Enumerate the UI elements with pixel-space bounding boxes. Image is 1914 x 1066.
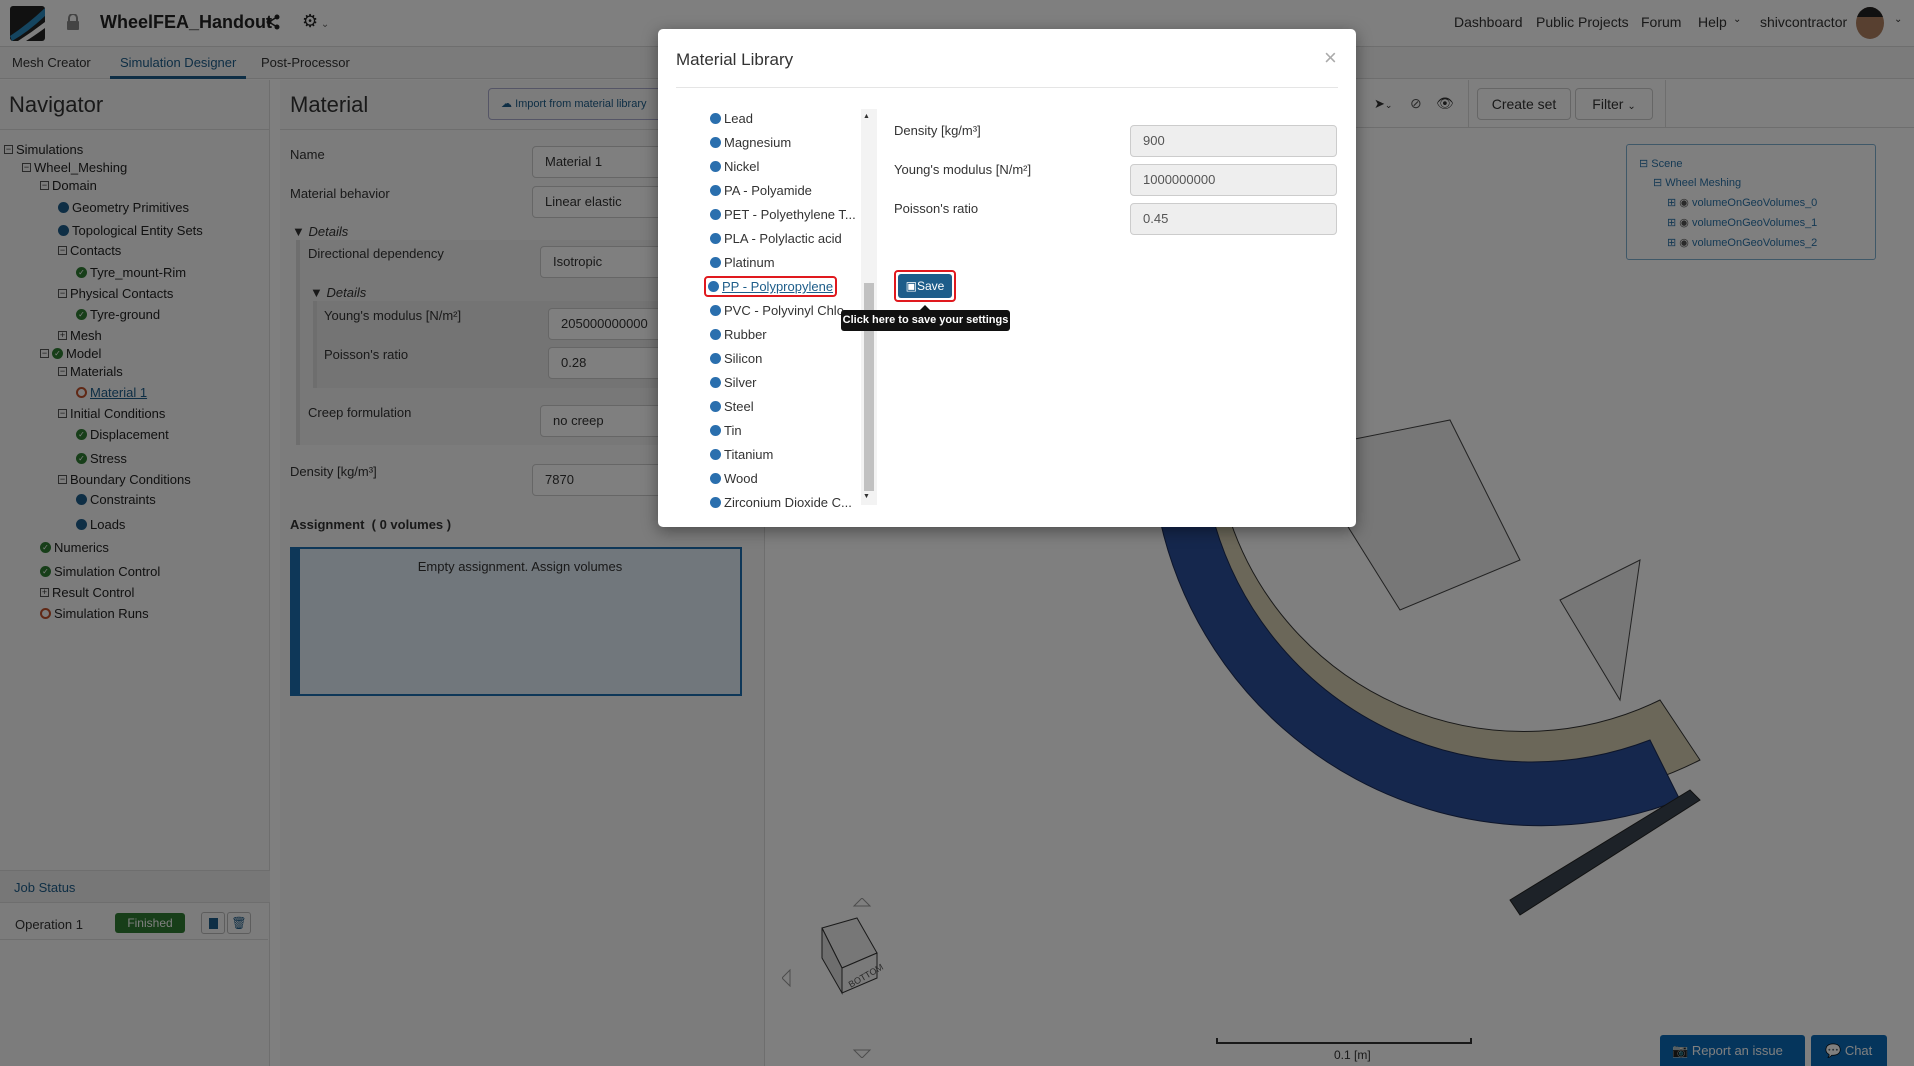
material-name: Silver <box>724 375 757 390</box>
material-list-item[interactable]: Tin <box>710 423 742 438</box>
material-dot-icon <box>710 113 721 124</box>
material-name: Zirconium Dioxide C... <box>724 495 852 510</box>
material-name: PLA - Polylactic acid <box>724 231 842 246</box>
material-dot-icon <box>710 425 721 436</box>
material-dot-icon <box>710 233 721 244</box>
material-dot-icon <box>710 401 721 412</box>
material-name: Steel <box>724 399 754 414</box>
material-dot-icon <box>710 473 721 484</box>
save-button[interactable]: ▣Save <box>894 270 956 302</box>
material-dot-icon <box>710 497 721 508</box>
material-library-modal: Material Library × Lead Magnesium Nickel PA… <box>658 29 1356 527</box>
material-list-item[interactable]: PVC - Polyvinyl Chlo... <box>710 303 855 318</box>
material-dot-icon <box>710 353 721 364</box>
material-list-item[interactable]: Rubber <box>710 327 767 342</box>
material-name: Wood <box>724 471 758 486</box>
floppy-disk-icon: ▣ <box>905 279 917 293</box>
scroll-up-icon[interactable]: ▲ <box>863 113 870 120</box>
material-dot-icon <box>710 305 721 316</box>
library-density-label: Density [kg/m³] <box>894 123 981 138</box>
material-list-item[interactable]: Magnesium <box>710 135 791 150</box>
material-list-item[interactable]: Silver <box>710 375 757 390</box>
material-dot-icon <box>710 257 721 268</box>
material-list-item[interactable]: Nickel <box>710 159 759 174</box>
material-list-item[interactable]: PET - Polyethylene T... <box>710 207 856 222</box>
modal-divider <box>676 87 1338 88</box>
material-dot-icon <box>710 377 721 388</box>
close-icon[interactable]: × <box>1324 45 1337 71</box>
material-name: PVC - Polyvinyl Chlo... <box>724 303 855 318</box>
material-dot-icon <box>710 137 721 148</box>
material-list-item[interactable]: Silicon <box>710 351 762 366</box>
material-name: PP - Polypropylene <box>722 279 834 294</box>
material-name: Silicon <box>724 351 763 366</box>
library-density-input[interactable]: 900 <box>1130 125 1337 157</box>
material-name: Tin <box>724 423 742 438</box>
library-youngs-input[interactable]: 1000000000 <box>1130 164 1337 196</box>
material-name: PET - Polyethylene T... <box>724 207 856 222</box>
material-dot-icon <box>710 329 721 340</box>
material-list-item[interactable]: Titanium <box>710 447 773 462</box>
material-name: Nickel <box>724 159 760 174</box>
scroll-down-icon[interactable]: ▼ <box>863 493 870 500</box>
material-list-item[interactable]: PA - Polyamide <box>710 183 812 198</box>
material-name: PA - Polyamide <box>724 183 812 198</box>
material-list-scrollbar[interactable]: ▲ ▼ <box>861 109 877 505</box>
material-dot-icon <box>708 281 719 292</box>
material-list-item[interactable]: Zirconium Dioxide C... <box>710 495 852 510</box>
material-list-item[interactable]: PP - Polypropylene <box>704 276 838 297</box>
material-dot-icon <box>710 449 721 460</box>
material-name: Magnesium <box>724 135 792 150</box>
material-name: Platinum <box>724 255 775 270</box>
material-dot-icon <box>710 161 721 172</box>
material-list-item[interactable]: Lead <box>710 111 753 126</box>
material-list-item[interactable]: Wood <box>710 471 758 486</box>
save-label: Save <box>916 279 945 293</box>
material-dot-icon <box>710 209 721 220</box>
library-youngs-label: Young's modulus [N/m²] <box>894 162 1032 177</box>
material-name: Titanium <box>724 447 774 462</box>
material-list-item[interactable]: Steel <box>710 399 754 414</box>
material-name: Rubber <box>724 327 767 342</box>
material-list-item[interactable]: PLA - Polylactic acid <box>710 231 842 246</box>
save-tooltip: Click here to save your settings <box>841 305 1010 331</box>
material-list-item[interactable]: Platinum <box>710 255 775 270</box>
material-dot-icon <box>710 185 721 196</box>
library-poisson-label: Poisson's ratio <box>894 201 979 216</box>
material-name: Lead <box>724 111 753 126</box>
modal-title: Material Library <box>676 50 794 69</box>
library-poisson-input[interactable]: 0.45 <box>1130 203 1337 235</box>
tooltip-text: Click here to save your settings <box>842 314 1009 326</box>
